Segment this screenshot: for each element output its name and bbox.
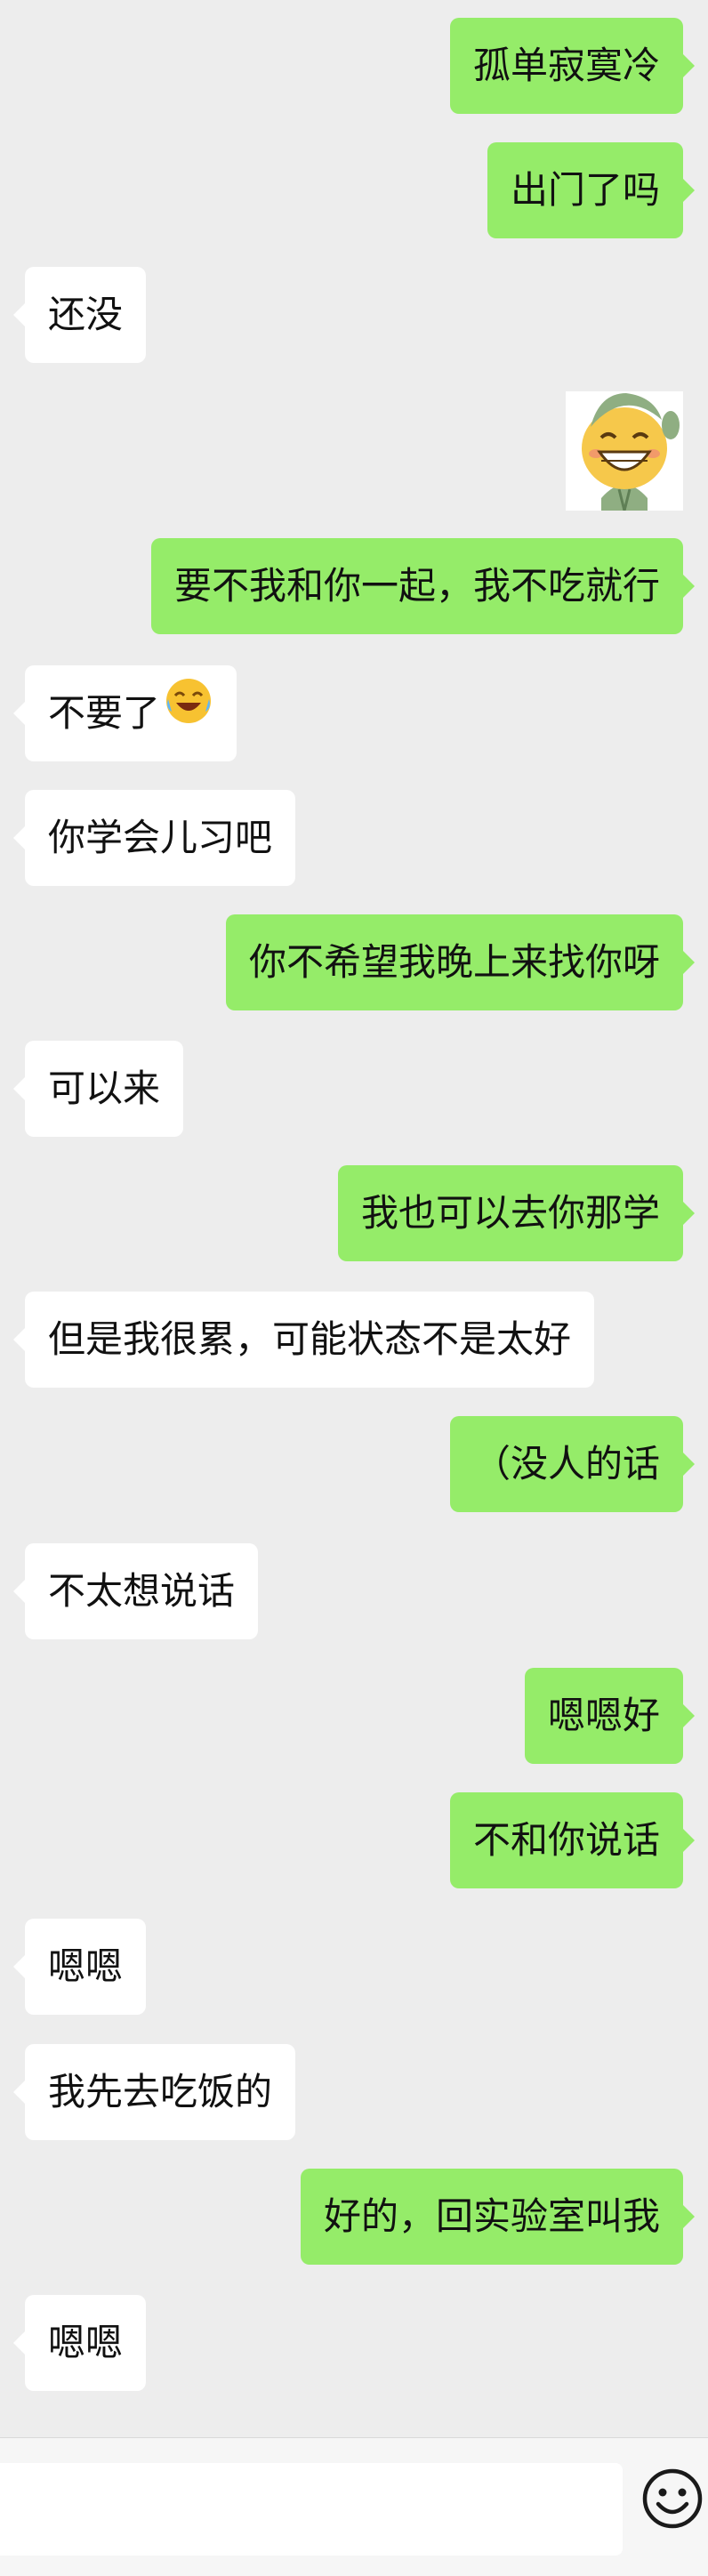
outgoing-message: 我也可以去你那学 (0, 1165, 708, 1284)
message-text: （没人的话 (472, 1442, 660, 1485)
message-bubble[interactable]: 不太想说话 (12, 1543, 259, 1639)
smiley-face-icon[interactable] (640, 2467, 704, 2531)
message-bubble[interactable]: 不和你说话 (449, 1792, 696, 1888)
laughing-crying-emoji (164, 665, 213, 761)
incoming-message: 可以来 (0, 1041, 708, 1160)
message-text: 孤单寂寞冷 (472, 44, 660, 87)
message-text: 嗯嗯 (48, 2321, 124, 2364)
message-text: 不太想说话 (48, 1569, 236, 1613)
message-bubble[interactable]: 我先去吃饭的 (12, 2044, 296, 2140)
message-text: 你学会儿习吧 (48, 816, 273, 859)
message-text: 我先去吃饭的 (48, 2070, 273, 2113)
message-text: 好的，回实验室叫我 (323, 2194, 660, 2238)
message-text: 可以来 (48, 1067, 161, 1110)
incoming-message: 但是我很累，可能状态不是太好 (0, 1292, 708, 1411)
message-bubble[interactable]: 嗯嗯 (12, 1919, 147, 2015)
incoming-message: 不太想说话 (0, 1543, 708, 1662)
message-bubble[interactable]: 要不我和你一起，我不吃就行 (150, 538, 696, 634)
message-bubble[interactable]: 嗯嗯 (12, 2295, 147, 2391)
message-bubble[interactable]: （没人的话 (449, 1416, 696, 1512)
incoming-message: 你学会儿习吧 (0, 790, 708, 909)
message-text: 我也可以去你那学 (360, 1191, 660, 1235)
outgoing-message: 嗯嗯好 (0, 1668, 708, 1787)
outgoing-message: 你不希望我晚上来找你呀 (0, 914, 708, 1034)
message-text: 不和你说话 (472, 1818, 660, 1862)
incoming-message: 嗯嗯 (0, 1919, 708, 2038)
message-text: 不要了 (48, 691, 161, 735)
message-text: 但是我很累，可能状态不是太好 (48, 1317, 572, 1361)
input-bar (0, 2437, 708, 2576)
chat-message-list: 孤单寂寞冷出门了吗还没要不我和你一起，我不吃就行不要了你学会儿习吧你不希望我晚上… (0, 0, 708, 2437)
message-text: 要不我和你一起，我不吃就行 (173, 564, 660, 608)
incoming-message: 不要了 (0, 665, 708, 785)
incoming-message: 我先去吃饭的 (0, 2044, 708, 2163)
message-bubble[interactable]: 我也可以去你那学 (337, 1165, 696, 1261)
outgoing-message (0, 391, 708, 511)
outgoing-message: （没人的话 (0, 1416, 708, 1535)
message-text: 出门了吗 (510, 168, 660, 212)
message-text: 还没 (48, 293, 124, 336)
message-bubble[interactable]: 嗯嗯好 (524, 1668, 696, 1764)
message-bubble[interactable]: 出门了吗 (487, 142, 696, 238)
message-bubble[interactable]: 但是我很累，可能状态不是太好 (12, 1292, 595, 1388)
grinning-bean-sticker[interactable] (566, 391, 683, 511)
message-text: 你不希望我晚上来找你呀 (248, 940, 660, 984)
message-bubble[interactable]: 好的，回实验室叫我 (300, 2169, 696, 2265)
outgoing-message: 出门了吗 (0, 142, 708, 262)
message-bubble[interactable]: 孤单寂寞冷 (449, 18, 696, 114)
message-bubble[interactable]: 还没 (12, 267, 147, 363)
message-text: 嗯嗯好 (547, 1694, 660, 1737)
incoming-message: 还没 (0, 267, 708, 386)
outgoing-message: 孤单寂寞冷 (0, 18, 708, 137)
message-bubble[interactable]: 你学会儿习吧 (12, 790, 296, 886)
message-bubble[interactable]: 你不希望我晚上来找你呀 (225, 914, 696, 1010)
message-input[interactable] (0, 2463, 623, 2556)
outgoing-message: 好的，回实验室叫我 (0, 2169, 708, 2288)
message-bubble[interactable]: 可以来 (12, 1041, 184, 1137)
incoming-message: 嗯嗯 (0, 2295, 708, 2414)
message-bubble[interactable]: 不要了 (12, 665, 237, 761)
outgoing-message: 要不我和你一起，我不吃就行 (0, 538, 708, 657)
outgoing-message: 不和你说话 (0, 1792, 708, 1912)
message-text: 嗯嗯 (48, 1944, 124, 1988)
